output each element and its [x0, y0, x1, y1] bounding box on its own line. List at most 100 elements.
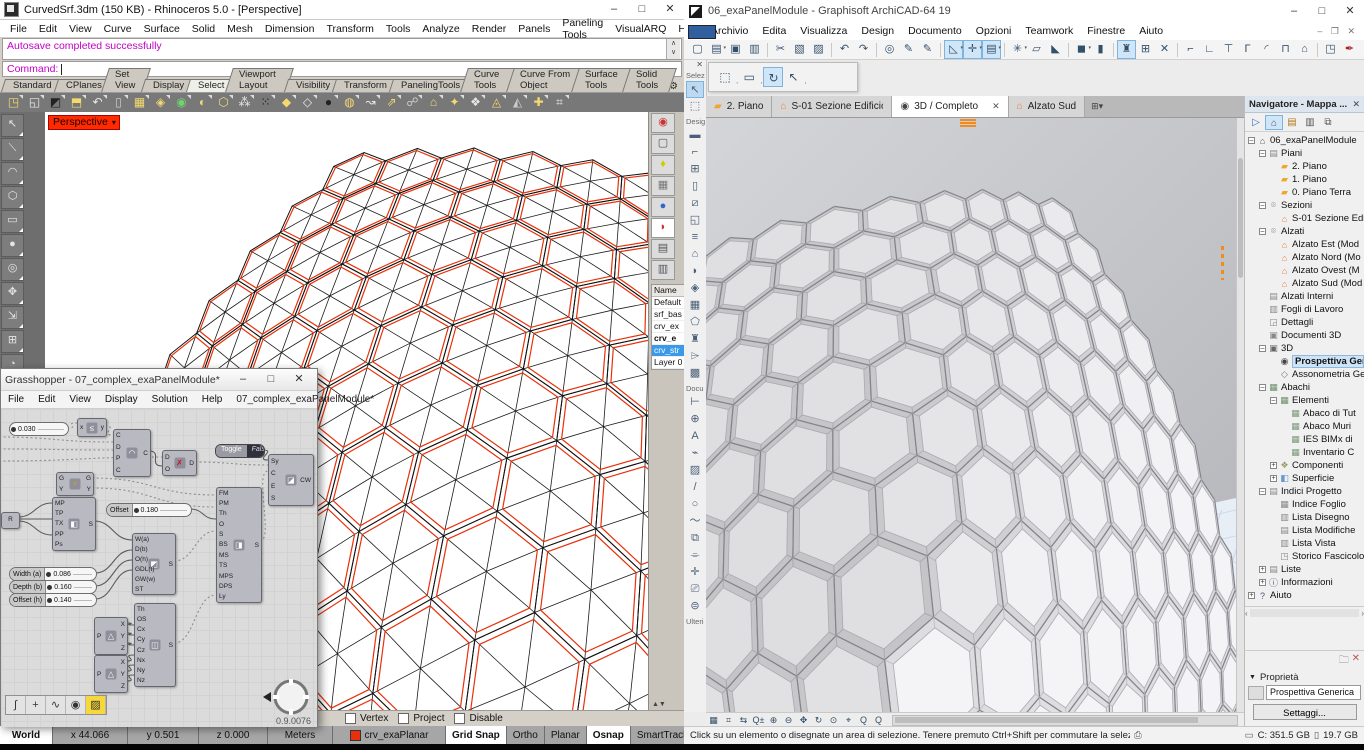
checkbox-vertex[interactable]: [345, 713, 356, 724]
close-icon[interactable]: ✕: [1352, 99, 1360, 110]
gh-slider-depth-b[interactable]: Depth (b)0.160: [9, 580, 97, 594]
tool-icon[interactable]: ▭: [1, 210, 24, 233]
toolbar-icon[interactable]: ⬒: [66, 94, 87, 111]
tree-item-superficie[interactable]: +◧Superficie: [1245, 472, 1364, 485]
layer-row-default[interactable]: Default: [652, 297, 685, 309]
toolbar-icon[interactable]: ◈: [150, 94, 171, 111]
canvas-compass[interactable]: [261, 675, 313, 719]
menu-solid[interactable]: Solid: [186, 23, 221, 35]
tree-item-alzati-interni[interactable]: ▤Alzati Interni: [1245, 290, 1364, 303]
viewport-hscrollbar[interactable]: [892, 715, 1238, 726]
toolbar-icon[interactable]: ⁙: [255, 94, 276, 111]
tab-drag-handle[interactable]: [960, 119, 976, 128]
menu-mesh[interactable]: Mesh: [221, 23, 259, 35]
tool-icon[interactable]: ⇲: [1, 306, 24, 329]
panel-tab-icon[interactable]: ▥: [651, 260, 675, 280]
menu-display[interactable]: Display: [98, 394, 145, 405]
tool-icon[interactable]: ⊞: [1, 330, 24, 353]
tree-item-0-piano-terra[interactable]: ▰0. Piano Terra: [1245, 186, 1364, 199]
status-toggle-grid-snap[interactable]: Grid Snap: [446, 726, 507, 744]
toolbar-icon[interactable]: ∟: [1200, 40, 1219, 59]
checkbox-project[interactable]: [398, 713, 409, 724]
status-toggle-planar[interactable]: Planar: [545, 726, 587, 744]
folder-icon[interactable]: 🗀: [1339, 653, 1349, 670]
view-control-icon[interactable]: Q: [856, 715, 871, 725]
toolbar-icon[interactable]: ☍: [402, 94, 423, 111]
gh-slider-offset-h[interactable]: Offset (h)0.140: [9, 593, 97, 607]
view-control-icon[interactable]: ⊕: [766, 715, 781, 726]
menu-solution[interactable]: Solution: [145, 394, 195, 405]
collapse-icon[interactable]: –: [1259, 345, 1266, 352]
tool-icon[interactable]: ⊞: [686, 161, 704, 178]
tool-icon[interactable]: 〜: [686, 513, 704, 530]
expand-icon[interactable]: +: [1259, 579, 1266, 586]
toolbar-icon[interactable]: ◱: [24, 94, 45, 111]
menu-paneling-tools[interactable]: Paneling Tools: [556, 17, 609, 41]
canvas-tool-icon[interactable]: ∿: [46, 696, 66, 714]
toolbar-icon[interactable]: ✳▾: [1008, 40, 1027, 59]
expand-icon[interactable]: +: [1270, 462, 1277, 469]
menu-visualizza[interactable]: Visualizza: [793, 25, 854, 37]
menu-file[interactable]: File: [1, 394, 31, 405]
tool-icon[interactable]: ⧄: [686, 195, 704, 212]
close-icon[interactable]: ✕: [992, 101, 1000, 112]
close-icon[interactable]: ✕: [1336, 2, 1364, 21]
layers-list[interactable]: NameDefaultsrf_bascrv_excrv_ecrv_strLaye…: [651, 284, 685, 370]
tool-icon[interactable]: ⬠: [686, 314, 704, 331]
archicad-titlebar[interactable]: 06_exaPanelModule - Graphisoft ArchiCAD-…: [684, 0, 1364, 22]
tool-icon[interactable]: ▬: [686, 127, 704, 144]
tool-icon[interactable]: ⌲: [686, 348, 704, 365]
tool-icon[interactable]: ♜: [686, 331, 704, 348]
tool-icon[interactable]: ◈: [686, 280, 704, 297]
tree-item-liste[interactable]: +▤Liste: [1245, 563, 1364, 576]
tool-icon[interactable]: ⟍: [1, 138, 24, 161]
collapse-icon[interactable]: –: [1259, 228, 1266, 235]
toolbar-icon[interactable]: ✒: [1340, 40, 1359, 59]
tab-3d-completo[interactable]: ◉3D / Completo✕: [892, 96, 1008, 117]
history-scroll[interactable]: ∧∨: [666, 39, 680, 59]
mdi-window-buttons[interactable]: – ❐ ✕: [1310, 26, 1364, 37]
toolbar-icon[interactable]: ✕: [1155, 40, 1174, 59]
collapse-icon[interactable]: –: [1259, 202, 1266, 209]
toolbar-icon[interactable]: ⌐: [1181, 40, 1200, 59]
tool-icon[interactable]: ↖: [1, 114, 24, 137]
toolbar-icon[interactable]: ◜: [1257, 40, 1276, 59]
close-icon[interactable]: ✕: [285, 370, 313, 389]
tree-item-componenti[interactable]: +❖Componenti: [1245, 459, 1364, 472]
menu-documento[interactable]: Documento: [901, 25, 969, 37]
status-toggle-ortho[interactable]: Ortho: [507, 726, 545, 744]
layer-row-crv-e[interactable]: crv_e: [652, 333, 685, 345]
tab-s-01-sezione-edificio[interactable]: ⌂S-01 Sezione Edificio: [772, 96, 892, 117]
checkbox-disable[interactable]: [454, 713, 465, 724]
menu-panels[interactable]: Panels: [512, 23, 556, 35]
toolbar-icon[interactable]: ✛▾: [963, 40, 982, 59]
toolbar-icon[interactable]: ▤▾: [982, 40, 1001, 59]
rhino-command-history[interactable]: Autosave completed successfully ∧∨: [2, 38, 682, 60]
tree-item-ies-bimx-di[interactable]: ▦IES BIMx di: [1245, 433, 1364, 446]
toolbar-icon[interactable]: ▯: [108, 94, 129, 111]
grasshopper-titlebar[interactable]: Grasshopper - 07_complex_exaPanelModule*…: [1, 369, 317, 391]
toolbar-icon[interactable]: ▤▾: [707, 40, 726, 59]
tool-icon[interactable]: ○: [686, 496, 704, 513]
tree-item-s-01-sezione-edificio[interactable]: ⌂S-01 Sezione Edificio: [1245, 212, 1364, 225]
menu-render[interactable]: Render: [466, 23, 512, 35]
toolbar-icon[interactable]: ▱: [1027, 40, 1046, 59]
tool-icon[interactable]: ◱: [686, 212, 704, 229]
tree-item-informazioni[interactable]: +ⓘInformazioni: [1245, 576, 1364, 589]
tree-item-indice-foglio[interactable]: ▦Indice Foglio: [1245, 498, 1364, 511]
panel-tab-icon[interactable]: ◉: [651, 113, 675, 133]
gh-slider-width-a[interactable]: Width (a)0.086: [9, 567, 97, 581]
canvas-tool-icon[interactable]: ◉: [66, 696, 86, 714]
toolbar-icon[interactable]: Γ: [1238, 40, 1257, 59]
layer-row-crv-str[interactable]: crv_str: [652, 345, 685, 357]
publisher-icon[interactable]: ⧉: [1319, 115, 1337, 130]
toolbar-icon[interactable]: ◉: [171, 94, 192, 111]
maximize-icon[interactable]: □: [1308, 2, 1336, 21]
collapse-icon[interactable]: –: [1259, 488, 1266, 495]
tool-icon[interactable]: ⊕: [686, 411, 704, 428]
maximize-icon[interactable]: □: [628, 0, 656, 19]
tree-item-prospettiva-generica[interactable]: ◉Prospettiva Generica: [1245, 355, 1364, 368]
navigator-hscrollbar[interactable]: ‹›: [1245, 606, 1364, 619]
view-control-icon[interactable]: ⊖: [781, 715, 796, 726]
collapse-icon[interactable]: –: [1259, 150, 1266, 157]
